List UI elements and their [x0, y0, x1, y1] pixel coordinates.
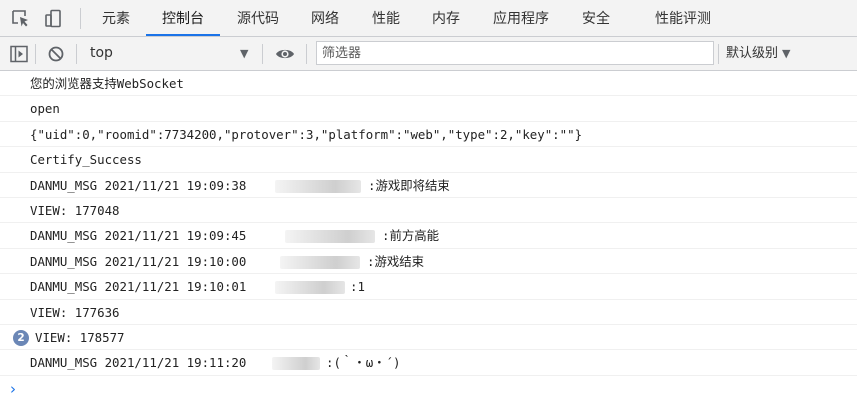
danmu-content: :游戏结束 — [367, 253, 425, 269]
console-message-text: VIEW: 177048 — [30, 202, 120, 218]
sidebar-toggle-icon[interactable] — [8, 43, 30, 65]
tab-elements[interactable]: 元素 — [96, 0, 136, 36]
danmu-content: :前方高能 — [382, 228, 440, 244]
tab-sources[interactable]: 源代码 — [228, 0, 288, 36]
console-message-text: {"uid":0,"roomid":7734200,"protover":3,"… — [30, 126, 583, 142]
console-message: VIEW: 177636 — [0, 300, 857, 325]
console-message: VIEW: 177048 — [0, 198, 857, 224]
toolbar-divider — [35, 44, 36, 64]
danmu-content: :(｀・ω・´) — [326, 355, 401, 371]
log-levels-label: 默认级别 — [726, 46, 779, 61]
repeat-count-badge: 2 — [13, 329, 29, 346]
toolbar-divider — [306, 44, 307, 64]
redacted-username — [280, 255, 360, 269]
console-message: DANMU_MSG 2021/11/21 19:10:01 :1 — [0, 274, 857, 300]
levels-dropdown-arrow-icon: ▼ — [782, 47, 791, 60]
filter-input[interactable] — [316, 41, 714, 65]
toolbar-divider — [262, 44, 263, 64]
console-message: 2 VIEW: 178577 — [0, 325, 857, 351]
redacted-username — [275, 281, 345, 295]
danmu-content: :1 — [350, 279, 365, 295]
inspect-element-icon[interactable] — [10, 8, 32, 30]
console-message-text: DANMU_MSG 2021/11/21 19:09:45 — [30, 228, 247, 244]
redacted-username — [275, 179, 361, 193]
console-message-text: DANMU_MSG 2021/11/21 19:11:20 — [30, 355, 247, 371]
console-prompt[interactable]: › — [0, 376, 857, 402]
console-message: DANMU_MSG 2021/11/21 19:09:38 :游戏即将结束 — [0, 173, 857, 198]
console-message: DANMU_MSG 2021/11/21 19:10:00 :游戏结束 — [0, 249, 857, 275]
tab-application[interactable]: 应用程序 — [486, 0, 556, 36]
toolbar-divider — [718, 44, 719, 64]
console-message: DANMU_MSG 2021/11/21 19:09:45 :前方高能 — [0, 223, 857, 249]
tab-performance[interactable]: 性能 — [364, 0, 408, 36]
console-message: {"uid":0,"roomid":7734200,"protover":3,"… — [0, 122, 857, 148]
console-message-text: 您的浏览器支持WebSocket — [30, 76, 184, 91]
console-message: Certify_Success — [0, 147, 857, 173]
prompt-chevron-icon: › — [10, 379, 16, 398]
tab-memory[interactable]: 内存 — [425, 0, 467, 36]
console-message: open — [0, 96, 857, 122]
console-message-text: DANMU_MSG 2021/11/21 19:09:38 — [30, 177, 247, 193]
console-output: 您的浏览器支持WebSocket open {"uid":0,"roomid":… — [0, 71, 857, 402]
tab-network[interactable]: 网络 — [304, 0, 346, 36]
console-message-text: open — [30, 101, 60, 117]
tab-bar-divider — [80, 8, 81, 29]
context-selector[interactable]: top — [90, 37, 113, 70]
console-message-text: Certify_Success — [30, 152, 142, 168]
console-message-text: DANMU_MSG 2021/11/21 19:10:01 — [30, 279, 247, 295]
tab-lighthouse[interactable]: 性能评测 — [648, 0, 718, 36]
console-message: 您的浏览器支持WebSocket — [0, 71, 857, 97]
console-message: DANMU_MSG 2021/11/21 19:11:20 :(｀・ω・´) — [0, 350, 857, 376]
devtools-tab-bar: 元素 控制台 源代码 网络 性能 内存 应用程序 安全 性能评测 — [0, 0, 857, 37]
redacted-username — [272, 357, 320, 371]
console-message-text: VIEW: 177636 — [30, 304, 120, 320]
console-message-text: VIEW: 178577 — [35, 329, 125, 345]
context-dropdown-arrow-icon[interactable]: ▼ — [240, 37, 248, 70]
tab-security[interactable]: 安全 — [575, 0, 617, 36]
redacted-username — [285, 230, 375, 244]
log-levels-dropdown[interactable]: 默认级别 ▼ — [726, 37, 790, 70]
live-expression-eye-icon[interactable] — [274, 43, 296, 65]
danmu-content: :游戏即将结束 — [368, 177, 450, 193]
console-message-text: DANMU_MSG 2021/11/21 19:10:00 — [30, 253, 247, 269]
device-toolbar-icon[interactable] — [43, 8, 65, 30]
tab-console[interactable]: 控制台 — [146, 0, 220, 36]
console-toolbar: top ▼ 默认级别▼ — [0, 37, 857, 71]
toolbar-divider — [76, 44, 77, 64]
clear-console-icon[interactable] — [45, 43, 67, 65]
